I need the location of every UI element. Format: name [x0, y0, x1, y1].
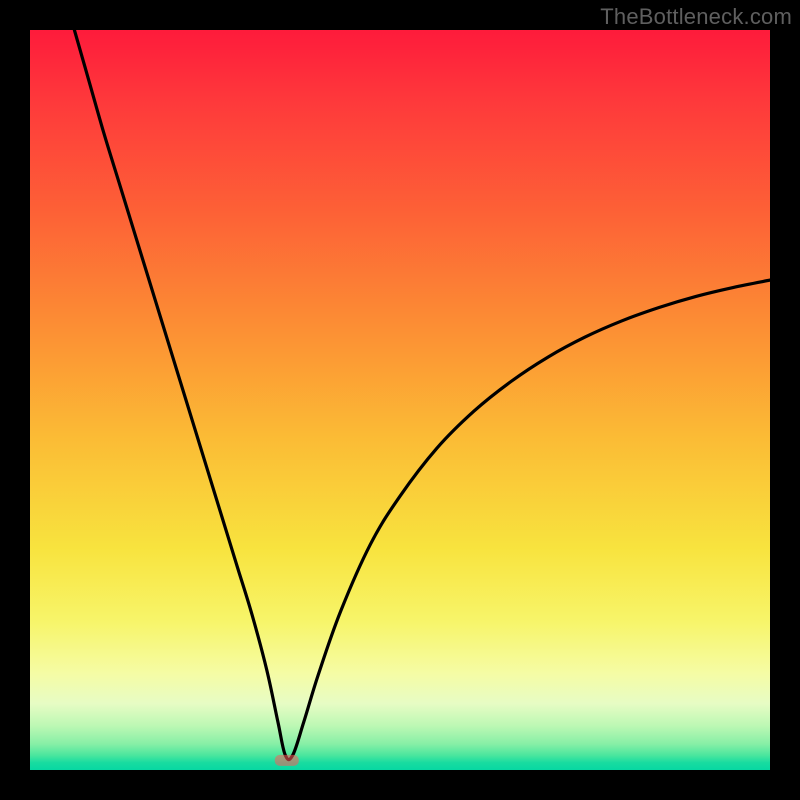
sweet-spot-marker [275, 755, 299, 766]
bottleneck-curve [74, 30, 770, 760]
plot-area [30, 30, 770, 770]
curve-svg [30, 30, 770, 770]
watermark-text: TheBottleneck.com [600, 4, 792, 30]
chart-frame: TheBottleneck.com [0, 0, 800, 800]
